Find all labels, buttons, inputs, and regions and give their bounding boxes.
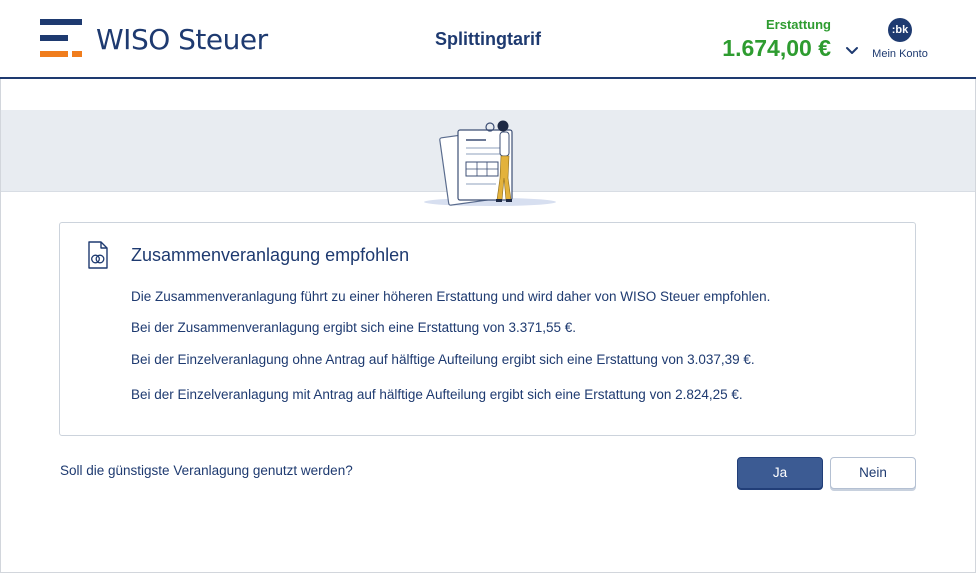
refund-label: Erstattung [766,17,831,32]
account-label: Mein Konto [872,48,928,60]
refund-value: 1.674,00 € [722,35,831,61]
card-text-joint-assessment: Bei der Zusammenveranlagung ergibt sich … [131,320,577,335]
no-button[interactable]: Nein [830,457,916,489]
brand-name: WISO Steuer [96,22,268,56]
app-header: WISO Steuer Splittingtarif Erstattung 1.… [0,0,976,79]
question-text: Soll die günstigste Veranlagung genutzt … [60,463,353,478]
yes-button[interactable]: Ja [737,457,823,489]
refund-summary[interactable]: Erstattung 1.674,00 € [722,17,831,62]
card-title: Zusammenveranlagung empfohlen [131,245,410,265]
recommendation-card: Zusammenveranlagung empfohlen Die Zusamm… [59,222,916,436]
wiso-logo[interactable]: WISO Steuer [40,19,268,59]
card-text-recommendation: Die Zusammenveranlagung führt zu einer h… [131,289,771,304]
document-rings-icon [88,241,108,269]
chevron-down-icon[interactable] [843,42,861,60]
account-menu[interactable]: :bk Mein Konto [864,18,936,60]
card-text-individual-with-split: Bei der Einzelveranlagung mit Antrag auf… [131,387,743,402]
avatar: :bk [888,18,912,42]
person-with-tax-form-icon [424,120,556,206]
page-title: Splittingtarif [435,29,541,49]
card-text-individual-without-split: Bei der Einzelveranlagung ohne Antrag au… [131,352,755,367]
wiso-logo-icon [40,19,82,59]
